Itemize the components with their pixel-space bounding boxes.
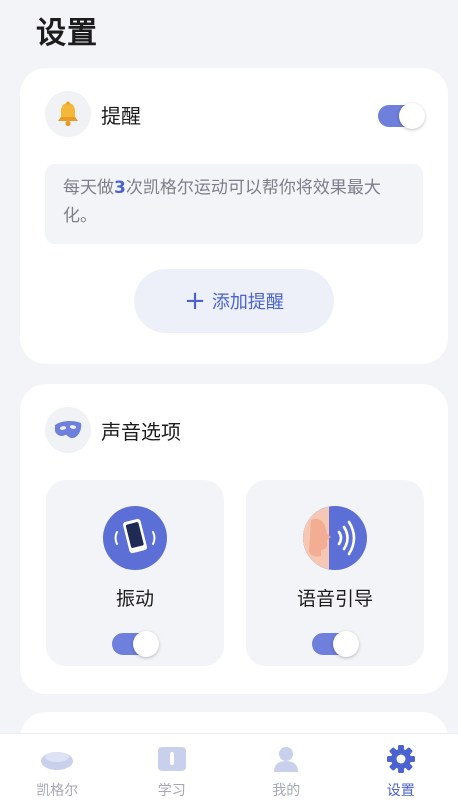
reminder-info: 每天做3次凯格尔运动可以帮你将效果最大化。 (45, 164, 423, 244)
add-reminder-button[interactable]: + 添加提醒 (134, 269, 334, 333)
page-title: 设置 (36, 16, 98, 51)
reminder-header: 提醒 (45, 91, 141, 137)
sound-title: 声音选项 (101, 419, 181, 444)
toggle-knob (133, 631, 159, 657)
sound-card: 声音选项 振动 语音引导 (20, 384, 448, 694)
tab-mine[interactable]: 我的 (229, 734, 344, 800)
user-icon (269, 744, 303, 774)
vibrate-toggle[interactable] (112, 631, 159, 657)
vibrate-option: 振动 (46, 480, 224, 666)
book-icon (155, 744, 189, 774)
phone-vibrate-icon (103, 506, 167, 570)
tab-learn[interactable]: 学习 (115, 734, 230, 800)
mask-icon (45, 407, 91, 453)
pebble-icon (40, 744, 74, 774)
vibrate-label: 振动 (115, 588, 154, 610)
reminder-toggle[interactable] (378, 103, 425, 129)
plus-icon: + (184, 286, 206, 316)
voice-guide-option: 语音引导 (246, 480, 424, 666)
tab-mine-label: 我的 (272, 783, 301, 799)
tab-kegel-label: 凯格尔 (36, 783, 79, 799)
voice-guide-icon (303, 506, 367, 570)
info-prefix: 每天做 (63, 178, 114, 198)
toggle-knob (399, 103, 425, 129)
bell-icon (45, 91, 91, 137)
gear-icon (384, 744, 418, 774)
voice-guide-label: 语音引导 (296, 588, 373, 610)
toggle-knob (333, 631, 359, 657)
reminder-card: 提醒 每天做3次凯格尔运动可以帮你将效果最大化。 + 添加提醒 (20, 68, 448, 364)
voice-guide-toggle[interactable] (312, 631, 359, 657)
bottom-tab-bar: 凯格尔 学习 我的 设置 (0, 733, 458, 800)
sound-header: 声音选项 (45, 407, 181, 453)
tab-learn-label: 学习 (157, 783, 186, 799)
reminder-title: 提醒 (101, 103, 141, 128)
tab-settings[interactable]: 设置 (344, 734, 458, 800)
tab-kegel[interactable]: 凯格尔 (0, 734, 115, 800)
info-count: 3 (114, 178, 126, 198)
tab-settings-label: 设置 (386, 783, 415, 799)
add-reminder-label: 添加提醒 (211, 292, 284, 313)
